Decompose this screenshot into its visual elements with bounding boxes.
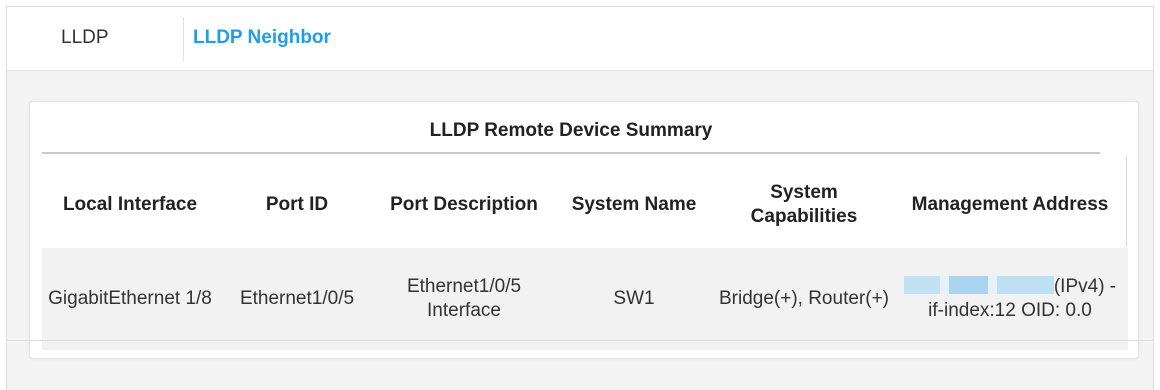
column-header-management-address: Management Address <box>911 194 1109 215</box>
cell-local-interface: GigabitEthernet 1/8 <box>42 248 218 350</box>
column-header-port-id: Port ID <box>265 194 329 215</box>
neighbor-table: Local Interface Port ID Port Description… <box>42 162 1128 350</box>
redacted-ip-address <box>903 276 1054 294</box>
cell-port-description: Ethernet1/0/5 Interface <box>376 248 552 350</box>
cell-port-id: Ethernet1/0/5 <box>218 248 376 350</box>
cell-system-name: SW1 <box>552 248 716 350</box>
cell-system-capabilities: Bridge(+), Router(+) <box>716 248 892 350</box>
table-header-row: Local Interface Port ID Port Description… <box>42 162 1128 248</box>
tab-lldp-neighbor[interactable]: LLDP Neighbor <box>193 25 331 51</box>
remote-device-summary-panel: LLDP Remote Device Summary Local Interfa… <box>29 101 1139 359</box>
summary-title: LLDP Remote Device Summary <box>42 116 1100 154</box>
tab-bar: LLDP LLDP Neighbor <box>7 7 1153 71</box>
table-row: GigabitEthernet 1/8 Ethernet1/0/5 Ethern… <box>42 248 1128 350</box>
column-header-port-description: Port Description <box>390 194 538 215</box>
page-frame: LLDP LLDP Neighbor LLDP Remote Device Su… <box>6 6 1154 390</box>
content-bottom-divider <box>6 340 1154 341</box>
column-header-local-interface: Local Interface <box>62 194 198 215</box>
column-header-system-capabilities: System Capabilities <box>750 182 858 227</box>
column-header-system-name: System Name <box>571 194 697 215</box>
tab-lldp[interactable]: LLDP <box>61 25 109 51</box>
cell-management-address[interactable]: (IPv4) - if-index:12 OID: 0.0 <box>892 248 1128 350</box>
tab-divider <box>183 17 184 61</box>
